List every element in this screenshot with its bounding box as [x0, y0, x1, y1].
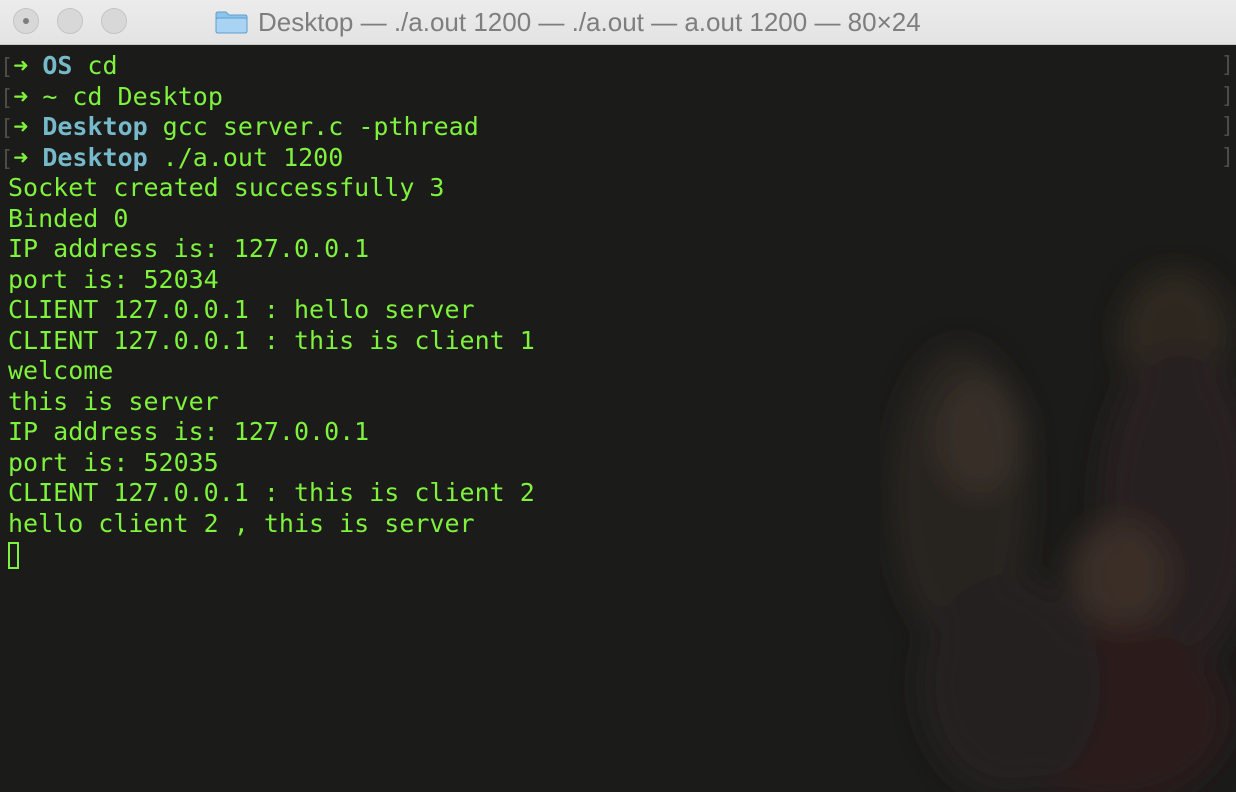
prompt-command: ./a.out 1200 [162, 142, 344, 172]
window-title: Desktop — ./a.out 1200 — ./a.out — a.out… [258, 6, 921, 37]
prompt-directory: Desktop [42, 112, 148, 141]
prompt-line: [➜ OS cd] [0, 51, 1234, 80]
prompt-command: cd Desktop [72, 81, 223, 111]
title-bar[interactable]: Desktop — ./a.out 1200 — ./a.out — a.out… [0, 0, 1236, 45]
output-line: IP address is: 127.0.0.1 [8, 417, 370, 446]
output-line: port is: 52035 [8, 447, 219, 477]
prompt-command: cd [87, 51, 118, 80]
arrow-icon: ➜ [13, 51, 29, 80]
prompt-directory: OS [42, 51, 73, 80]
output-line: welcome [8, 356, 114, 385]
prompt-line: [➜ Desktop ./a.out 1200] [0, 142, 1234, 172]
output-line: CLIENT 127.0.0.1 : this is client 1 [8, 325, 535, 355]
window-controls [13, 8, 127, 34]
output-line: CLIENT 127.0.0.1 : this is client 2 [8, 478, 535, 507]
output-line: CLIENT 127.0.0.1 : hello server [8, 295, 475, 324]
terminal-output: [➜ OS cd] [➜ ~ cd Desktop] [➜ Desktop gcc serv… [0, 51, 1236, 539]
arrow-icon: ➜ [13, 112, 29, 141]
prompt-command: gcc server.c -pthread [162, 112, 479, 141]
zoom-button[interactable] [101, 8, 127, 34]
output-line: port is: 52034 [8, 264, 219, 294]
arrow-icon: ➜ [13, 142, 29, 172]
text-cursor [8, 542, 19, 569]
window-title-area: Desktop — ./a.out 1200 — ./a.out — a.out… [215, 0, 921, 44]
prompt-line: [➜ Desktop gcc server.c -pthread] [0, 112, 1234, 141]
output-line: Socket created successfully 3 [8, 173, 445, 202]
prompt-directory: Desktop [42, 142, 148, 172]
arrow-icon: ➜ [13, 81, 29, 111]
terminal-window: Desktop — ./a.out 1200 — ./a.out — a.out… [0, 0, 1236, 792]
prompt-line: [➜ ~ cd Desktop] [0, 81, 1234, 111]
close-button[interactable] [13, 8, 39, 34]
minimize-button[interactable] [57, 8, 83, 34]
prompt-directory: ~ [42, 81, 58, 111]
folder-icon [215, 11, 248, 34]
output-line: this is server [8, 386, 219, 416]
output-line: hello client 2 , this is server [8, 508, 475, 538]
output-line: Binded 0 [8, 203, 129, 233]
close-dot-icon [23, 18, 29, 24]
terminal-content[interactable]: [➜ OS cd] [➜ ~ cd Desktop] [➜ Desktop gcc serv… [0, 45, 1236, 792]
output-line: IP address is: 127.0.0.1 [8, 234, 370, 263]
